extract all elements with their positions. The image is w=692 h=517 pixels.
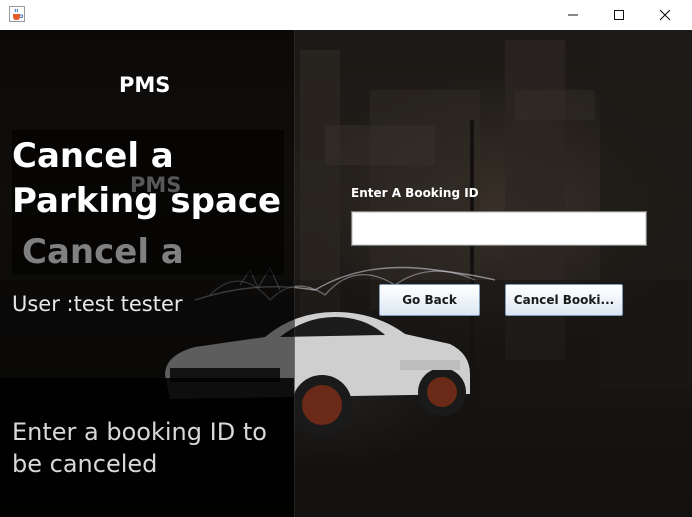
minimize-icon xyxy=(568,14,578,16)
description-text: Enter a booking ID to be canceled xyxy=(12,418,267,478)
booking-id-label: Enter A Booking ID xyxy=(351,186,479,200)
java-cup-icon xyxy=(9,6,25,22)
close-button[interactable] xyxy=(642,0,688,30)
user-label: User :test tester xyxy=(12,292,183,316)
page-title: Cancel a Parking space xyxy=(12,136,282,221)
close-icon xyxy=(659,9,671,21)
app-name-label: PMS xyxy=(119,73,171,97)
minimize-button[interactable] xyxy=(550,0,596,30)
booking-id-input[interactable] xyxy=(351,211,647,246)
maximize-icon xyxy=(614,10,624,20)
go-back-button[interactable]: Go Back xyxy=(379,284,480,316)
maximize-button[interactable] xyxy=(596,0,642,30)
cancel-booking-button[interactable]: Cancel Booki... xyxy=(505,284,623,316)
page-title-ghost: Cancel a xyxy=(22,232,184,272)
title-bar xyxy=(0,0,692,31)
content-pane: PMS PMS Cancel a Parking space Cancel a … xyxy=(0,30,692,517)
